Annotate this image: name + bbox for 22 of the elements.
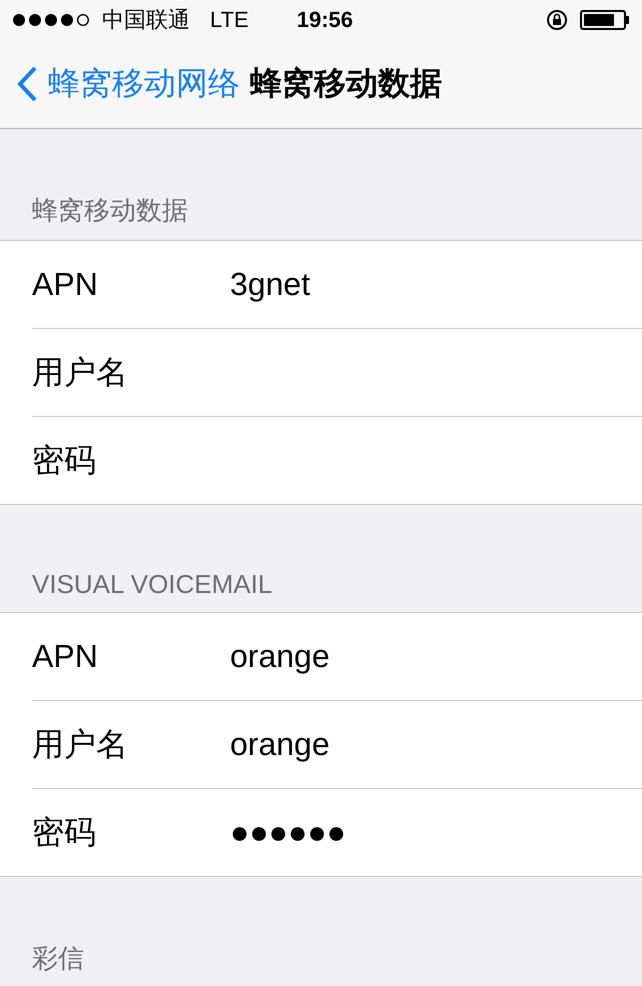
carrier-name: 中国联通 — [102, 6, 190, 34]
network-type: LTE — [210, 7, 249, 33]
back-button[interactable]: 蜂窝移动网络 — [16, 62, 240, 106]
chevron-left-icon — [16, 65, 38, 103]
signal-icon — [12, 13, 90, 27]
section-header: VISUAL VOICEMAIL — [31, 568, 274, 601]
rotation-lock-icon — [546, 9, 568, 31]
field-label: 用户名 — [32, 724, 129, 764]
field-label: 密码 — [32, 812, 97, 852]
field-label: APN — [32, 638, 99, 675]
section-header: 蜂窝移动数据 — [31, 194, 189, 227]
status-time: 19:56 — [296, 7, 353, 33]
field-label: 用户名 — [32, 352, 129, 392]
section-header: 彩信 — [31, 942, 85, 975]
field-value[interactable]: 3gnet — [230, 266, 310, 303]
field-value[interactable]: orange — [230, 638, 330, 675]
field-label: 密码 — [32, 440, 97, 480]
nav-title: 蜂窝移动数据 — [250, 64, 442, 103]
field-value[interactable]: ●●●●●● — [230, 814, 346, 851]
battery-icon — [580, 10, 630, 30]
field-value[interactable]: orange — [230, 726, 330, 763]
field-label: APN — [32, 266, 99, 303]
